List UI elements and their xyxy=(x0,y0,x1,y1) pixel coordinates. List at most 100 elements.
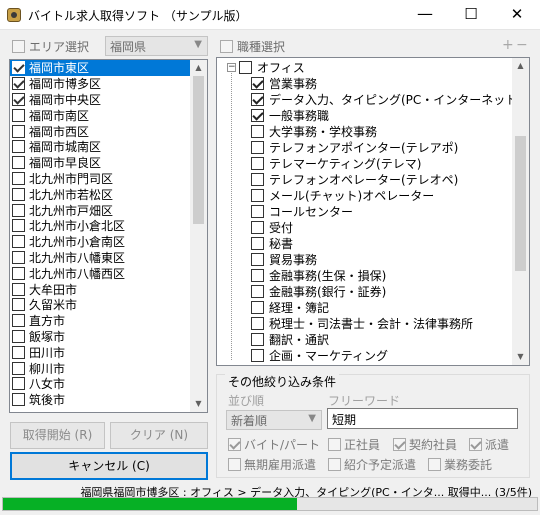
tree-item-checkbox[interactable] xyxy=(251,204,264,218)
option-checkbox[interactable] xyxy=(469,438,482,451)
keyword-input[interactable]: 短期 xyxy=(327,408,518,429)
scroll-up-icon[interactable]: ▲ xyxy=(512,58,529,74)
area-item-checkbox[interactable] xyxy=(12,266,25,280)
option-checkbox[interactable] xyxy=(228,438,241,451)
sort-dropdown[interactable]: 新着順 ▼ xyxy=(226,410,322,430)
area-item-checkbox[interactable] xyxy=(12,314,25,328)
start-button[interactable]: 取得開始 (R) xyxy=(10,422,105,449)
area-list-item[interactable]: 柳川市 xyxy=(10,360,207,376)
scrollbar-thumb[interactable] xyxy=(515,136,526,271)
minimize-button[interactable]: — xyxy=(402,0,448,30)
area-item-checkbox[interactable] xyxy=(12,124,25,138)
tree-item[interactable]: 金融事務(銀行・証券) xyxy=(217,283,529,299)
area-item-checkbox[interactable] xyxy=(12,187,25,201)
job-select-checkbox[interactable]: 職種選択 xyxy=(220,38,285,55)
area-list-item[interactable]: 大牟田市 xyxy=(10,281,207,297)
tree-item[interactable]: テレフォンアポインター(テレアポ) xyxy=(217,139,529,155)
tree-item-checkbox[interactable] xyxy=(251,220,264,234)
area-list-item[interactable]: 筑後市 xyxy=(10,392,207,408)
option-part-time[interactable]: バイト/パート xyxy=(228,436,320,453)
tree-item-checkbox[interactable] xyxy=(251,348,264,362)
option-dispatch[interactable]: 派遣 xyxy=(469,436,509,453)
close-button[interactable]: ✕ xyxy=(494,0,540,30)
area-item-checkbox[interactable] xyxy=(12,156,25,170)
area-item-checkbox[interactable] xyxy=(12,108,25,122)
expand-all-icon[interactable]: + xyxy=(502,37,514,53)
area-list-item[interactable]: 北九州市戸畑区 xyxy=(10,202,207,218)
tree-item[interactable]: 大学事務・学校事務 xyxy=(217,123,529,139)
area-list-item[interactable]: 北九州市門司区 xyxy=(10,171,207,187)
area-list-item[interactable]: 福岡市東区 xyxy=(10,60,207,76)
area-list-item[interactable]: 飯塚市 xyxy=(10,329,207,345)
tree-root-office[interactable]: − オフィス xyxy=(217,59,529,75)
tree-item-checkbox[interactable] xyxy=(251,252,264,266)
area-item-checkbox[interactable] xyxy=(12,219,25,233)
area-item-checkbox[interactable] xyxy=(12,92,25,106)
area-select-checkbox-box[interactable] xyxy=(12,40,25,53)
tree-item[interactable]: 企画・マーケティング xyxy=(217,347,529,363)
tree-item[interactable]: 一般事務職 xyxy=(217,107,529,123)
area-list-item[interactable]: 福岡市西区 xyxy=(10,123,207,139)
option-full-time[interactable]: 正社員 xyxy=(328,436,380,453)
option-checkbox[interactable] xyxy=(228,458,241,471)
tree-item[interactable]: 翻訳・通訳 xyxy=(217,331,529,347)
area-list-item[interactable]: 久留米市 xyxy=(10,297,207,313)
area-item-checkbox[interactable] xyxy=(12,61,25,75)
area-list-scrollbar[interactable]: ▲ ▼ xyxy=(190,60,207,412)
option-outsourcing[interactable]: 業務委託 xyxy=(428,456,492,473)
maximize-button[interactable]: ☐ xyxy=(448,0,494,30)
tree-root-checkbox[interactable] xyxy=(239,60,252,74)
area-list-item[interactable]: 福岡市早良区 xyxy=(10,155,207,171)
clear-button[interactable]: クリア (N) xyxy=(110,422,208,449)
area-item-checkbox[interactable] xyxy=(12,393,25,407)
option-indefinite-dispatch[interactable]: 無期雇用派遣 xyxy=(228,456,316,473)
area-item-checkbox[interactable] xyxy=(12,250,25,264)
tree-item-checkbox[interactable] xyxy=(251,284,264,298)
area-list-item[interactable]: 北九州市八幡西区 xyxy=(10,265,207,281)
scroll-up-icon[interactable]: ▲ xyxy=(190,60,207,76)
tree-item-checkbox[interactable] xyxy=(251,188,264,202)
tree-item-checkbox[interactable] xyxy=(251,108,264,122)
tree-item-checkbox[interactable] xyxy=(251,172,264,186)
tree-item[interactable]: 税理士・司法書士・会計・法律事務所 xyxy=(217,315,529,331)
job-tree[interactable]: − オフィス 営業事務 データ入力、タイピング(PC・インターネット) 一般事務職 大学事… xyxy=(216,57,530,366)
option-checkbox[interactable] xyxy=(328,458,341,471)
tree-item[interactable]: 貿易事務 xyxy=(217,251,529,267)
area-item-checkbox[interactable] xyxy=(12,171,25,185)
tree-item[interactable]: 営業事務 xyxy=(217,75,529,91)
area-item-checkbox[interactable] xyxy=(12,203,25,217)
tree-item[interactable]: 秘書 xyxy=(217,235,529,251)
option-contract[interactable]: 契約社員 xyxy=(393,436,457,453)
tree-item-checkbox[interactable] xyxy=(251,316,264,330)
area-list-item[interactable]: 北九州市八幡東区 xyxy=(10,250,207,266)
scrollbar-thumb[interactable] xyxy=(193,76,204,224)
collapse-icon[interactable]: − xyxy=(227,62,236,72)
area-item-checkbox[interactable] xyxy=(12,140,25,154)
option-temp-to-perm[interactable]: 紹介予定派遣 xyxy=(328,456,416,473)
area-list-item[interactable]: 北九州市小倉南区 xyxy=(10,234,207,250)
area-list-item[interactable]: 福岡市中央区 xyxy=(10,92,207,108)
tree-item-checkbox[interactable] xyxy=(251,300,264,314)
tree-item-checkbox[interactable] xyxy=(251,92,264,106)
area-list-item[interactable]: 福岡市城南区 xyxy=(10,139,207,155)
area-item-checkbox[interactable] xyxy=(12,77,25,91)
prefecture-dropdown[interactable]: 福岡県 ▼ xyxy=(105,36,208,56)
area-item-checkbox[interactable] xyxy=(12,298,25,312)
job-tree-scrollbar[interactable]: ▲ ▼ xyxy=(512,58,529,365)
tree-item[interactable]: テレフォンオペレーター(テレオペ) xyxy=(217,171,529,187)
scroll-down-icon[interactable]: ▼ xyxy=(190,396,207,412)
tree-item[interactable]: メール(チャット)オペレーター xyxy=(217,187,529,203)
tree-item[interactable]: 経理・簿記 xyxy=(217,299,529,315)
area-item-checkbox[interactable] xyxy=(12,345,25,359)
collapse-all-icon[interactable]: − xyxy=(516,37,528,53)
option-checkbox[interactable] xyxy=(393,438,406,451)
option-checkbox[interactable] xyxy=(428,458,441,471)
area-list-item[interactable]: 北九州市若松区 xyxy=(10,186,207,202)
tree-item-checkbox[interactable] xyxy=(251,156,264,170)
tree-item-checkbox[interactable] xyxy=(251,124,264,138)
tree-item-checkbox[interactable] xyxy=(251,268,264,282)
tree-item-checkbox[interactable] xyxy=(251,332,264,346)
tree-item-checkbox[interactable] xyxy=(251,140,264,154)
tree-item-checkbox[interactable] xyxy=(251,236,264,250)
area-list-item[interactable]: 福岡市博多区 xyxy=(10,76,207,92)
